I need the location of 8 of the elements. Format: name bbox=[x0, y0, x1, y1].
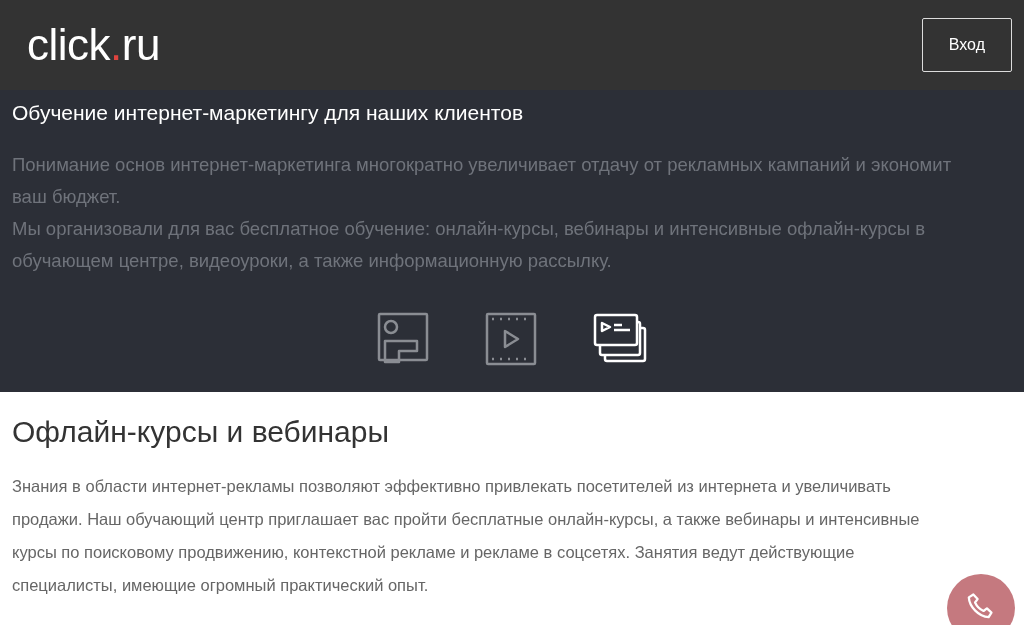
hero-paragraph: Мы организовали для вас бесплатное обучение: онлайн-курсы, вебинары и интенсивные офлайн-курсы в обучающем центре, видеоуроки, а также информационную рассылку. bbox=[12, 217, 926, 274]
hero-title: Обучение интернет-маркетингу для наших клиентов bbox=[12, 100, 525, 126]
section-title: Офлайн-курсы и вебинары bbox=[12, 414, 391, 450]
section-text: Знания в области интернет-рекламы позволяют эффективно привлекать посетителей из интернета и увеличивать продажи. Наш обучающий центр приглашает вас пройти бесплатные онлайн-курсы, а также вебинары и интенсивные курсы по поисковому продвижению, контекстной рекламе и рекламе в соцсетях. Занятия ведут действующие специалисты, имеющие огромный практический опыт. bbox=[12, 476, 921, 596]
logo: click.ru bbox=[27, 23, 160, 67]
login-button[interactable]: Вход bbox=[921, 18, 1012, 72]
call-button[interactable] bbox=[947, 574, 1015, 625]
hero-paragraph: Понимание основ интернет-маркетинга многократно увеличивает отдачу от рекламных кампаний и экономит ваш бюджет. bbox=[12, 153, 953, 210]
